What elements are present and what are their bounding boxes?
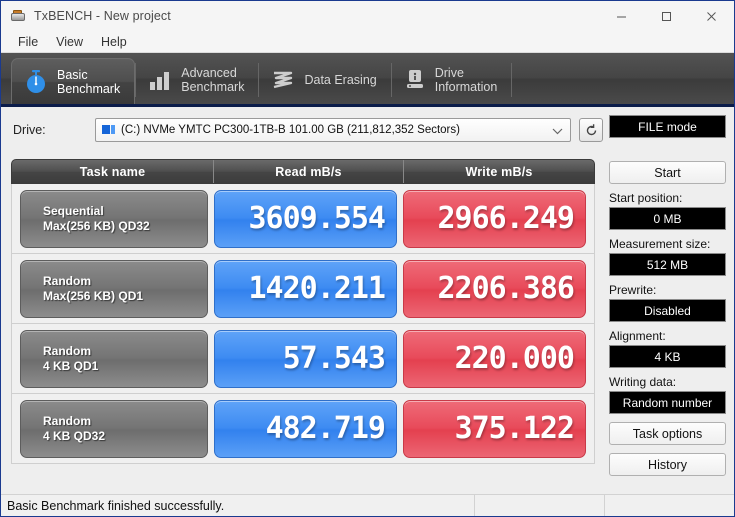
task-options-button[interactable]: Task options [609,422,726,445]
task-name-cell: Random 4 KB QD32 [20,399,208,458]
task-name-cell: Random Max(256 KB) QD1 [20,259,208,318]
status-bar: Basic Benchmark finished successfully. [1,494,734,516]
menu-item-file[interactable]: File [9,32,47,52]
tab-basic-benchmark[interactable]: Basic Benchmark [11,58,136,104]
task-name-line1: Random [43,413,91,428]
prewrite-label: Prewrite: [609,283,657,297]
tab-label-advanced-benchmark: Advanced Benchmark [181,66,245,94]
table-row: Random 4 KB QD1 57.543 220.000 [11,324,595,394]
writing-data-label: Writing data: [609,375,677,389]
write-value-cell: 220.000 [403,329,586,388]
drive-select[interactable]: (C:) NVMe YMTC PC300-1TB-B 101.00 GB (21… [95,118,571,142]
benchmark-results-table: Task name Read mB/s Write mB/s Sequentia… [11,159,595,464]
alignment-value[interactable]: 4 KB [609,345,726,368]
start-position-label: Start position: [609,191,683,205]
tab-data-erasing[interactable]: Data Erasing [259,56,390,104]
tab-strip: Basic Benchmark Advanced Benchmark Data … [1,53,734,107]
table-row: Random 4 KB QD32 482.719 375.122 [11,394,595,464]
tab-label-drive-information: Drive Information [434,66,498,94]
drive-select-value: (C:) NVMe YMTC PC300-1TB-B 101.00 GB (21… [121,124,460,136]
file-mode-button[interactable]: FILE mode [609,115,726,138]
writing-data-value[interactable]: Random number [609,391,726,414]
tab-divider [511,63,513,97]
read-value-cell: 482.719 [214,399,397,458]
maximize-icon [662,11,671,21]
bar-chart-icon [150,72,170,90]
window-title: TxBENCH - New project [34,9,171,23]
drive-small-icon [102,124,116,136]
chevron-down-icon [552,128,563,135]
task-name-cell: Sequential Max(256 KB) QD32 [20,189,208,248]
drive-label: Drive: [13,123,46,137]
table-header-row: Task name Read mB/s Write mB/s [11,159,595,184]
start-position-value[interactable]: 0 MB [609,207,726,230]
tab-advanced-benchmark[interactable]: Advanced Benchmark [136,56,258,104]
status-message: Basic Benchmark finished successfully. [7,498,225,513]
history-button[interactable]: History [609,453,726,476]
write-value-cell: 375.122 [403,399,586,458]
column-header-read: Read mB/s [214,160,404,183]
alignment-label: Alignment: [609,329,666,343]
options-panel: FILE mode Start Start position: 0 MB Mea… [603,107,734,514]
menu-bar: File View Help [1,31,734,53]
menu-item-help[interactable]: Help [92,32,136,52]
status-pane-2 [604,495,734,516]
status-pane-1 [474,495,604,516]
task-name-line1: Random [43,273,91,288]
column-header-task-name: Task name [12,160,214,183]
table-row: Random Max(256 KB) QD1 1420.211 2206.386 [11,254,595,324]
drive-icon [10,8,26,24]
application-window: TxBENCH - New project File View Help Bas… [0,0,735,517]
task-name-line2: Max(256 KB) QD32 [43,218,150,233]
measurement-size-value[interactable]: 512 MB [609,253,726,276]
title-bar: TxBENCH - New project [1,1,734,31]
drive-info-icon [406,70,423,88]
tab-drive-information[interactable]: Drive Information [392,56,512,104]
tab-label-basic-benchmark: Basic Benchmark [57,67,121,96]
prewrite-value[interactable]: Disabled [609,299,726,322]
task-name-line1: Sequential [43,203,104,218]
column-header-write: Write mB/s [465,164,533,179]
menu-item-view[interactable]: View [47,32,92,52]
table-row: Sequential Max(256 KB) QD32 3609.554 296… [11,184,595,254]
close-button[interactable] [689,1,734,31]
measurement-size-label: Measurement size: [609,237,711,251]
tab-label-data-erasing: Data Erasing [304,73,377,87]
read-value-cell: 1420.211 [214,259,397,318]
task-name-line2: 4 KB QD32 [43,428,106,443]
maximize-button[interactable] [644,1,689,31]
write-value-cell: 2966.249 [403,189,586,248]
window-controls [599,1,734,31]
minimize-button[interactable] [599,1,644,31]
close-icon [707,11,716,21]
read-value-cell: 57.543 [214,329,397,388]
read-value-cell: 3609.554 [214,189,397,248]
refresh-icon [586,123,596,135]
stopwatch-icon [27,69,45,93]
task-name-line2: 4 KB QD1 [43,358,99,373]
shred-icon [274,71,293,89]
content-area: Drive: (C:) NVMe YMTC PC300-1TB-B 101.00… [1,107,734,514]
task-name-cell: Random 4 KB QD1 [20,329,208,388]
task-name-line2: Max(256 KB) QD1 [43,288,144,303]
refresh-button[interactable] [579,118,603,142]
task-name-line1: Random [43,343,91,358]
write-value-cell: 2206.386 [403,259,586,318]
start-button[interactable]: Start [609,161,726,184]
minimize-icon [617,16,626,17]
